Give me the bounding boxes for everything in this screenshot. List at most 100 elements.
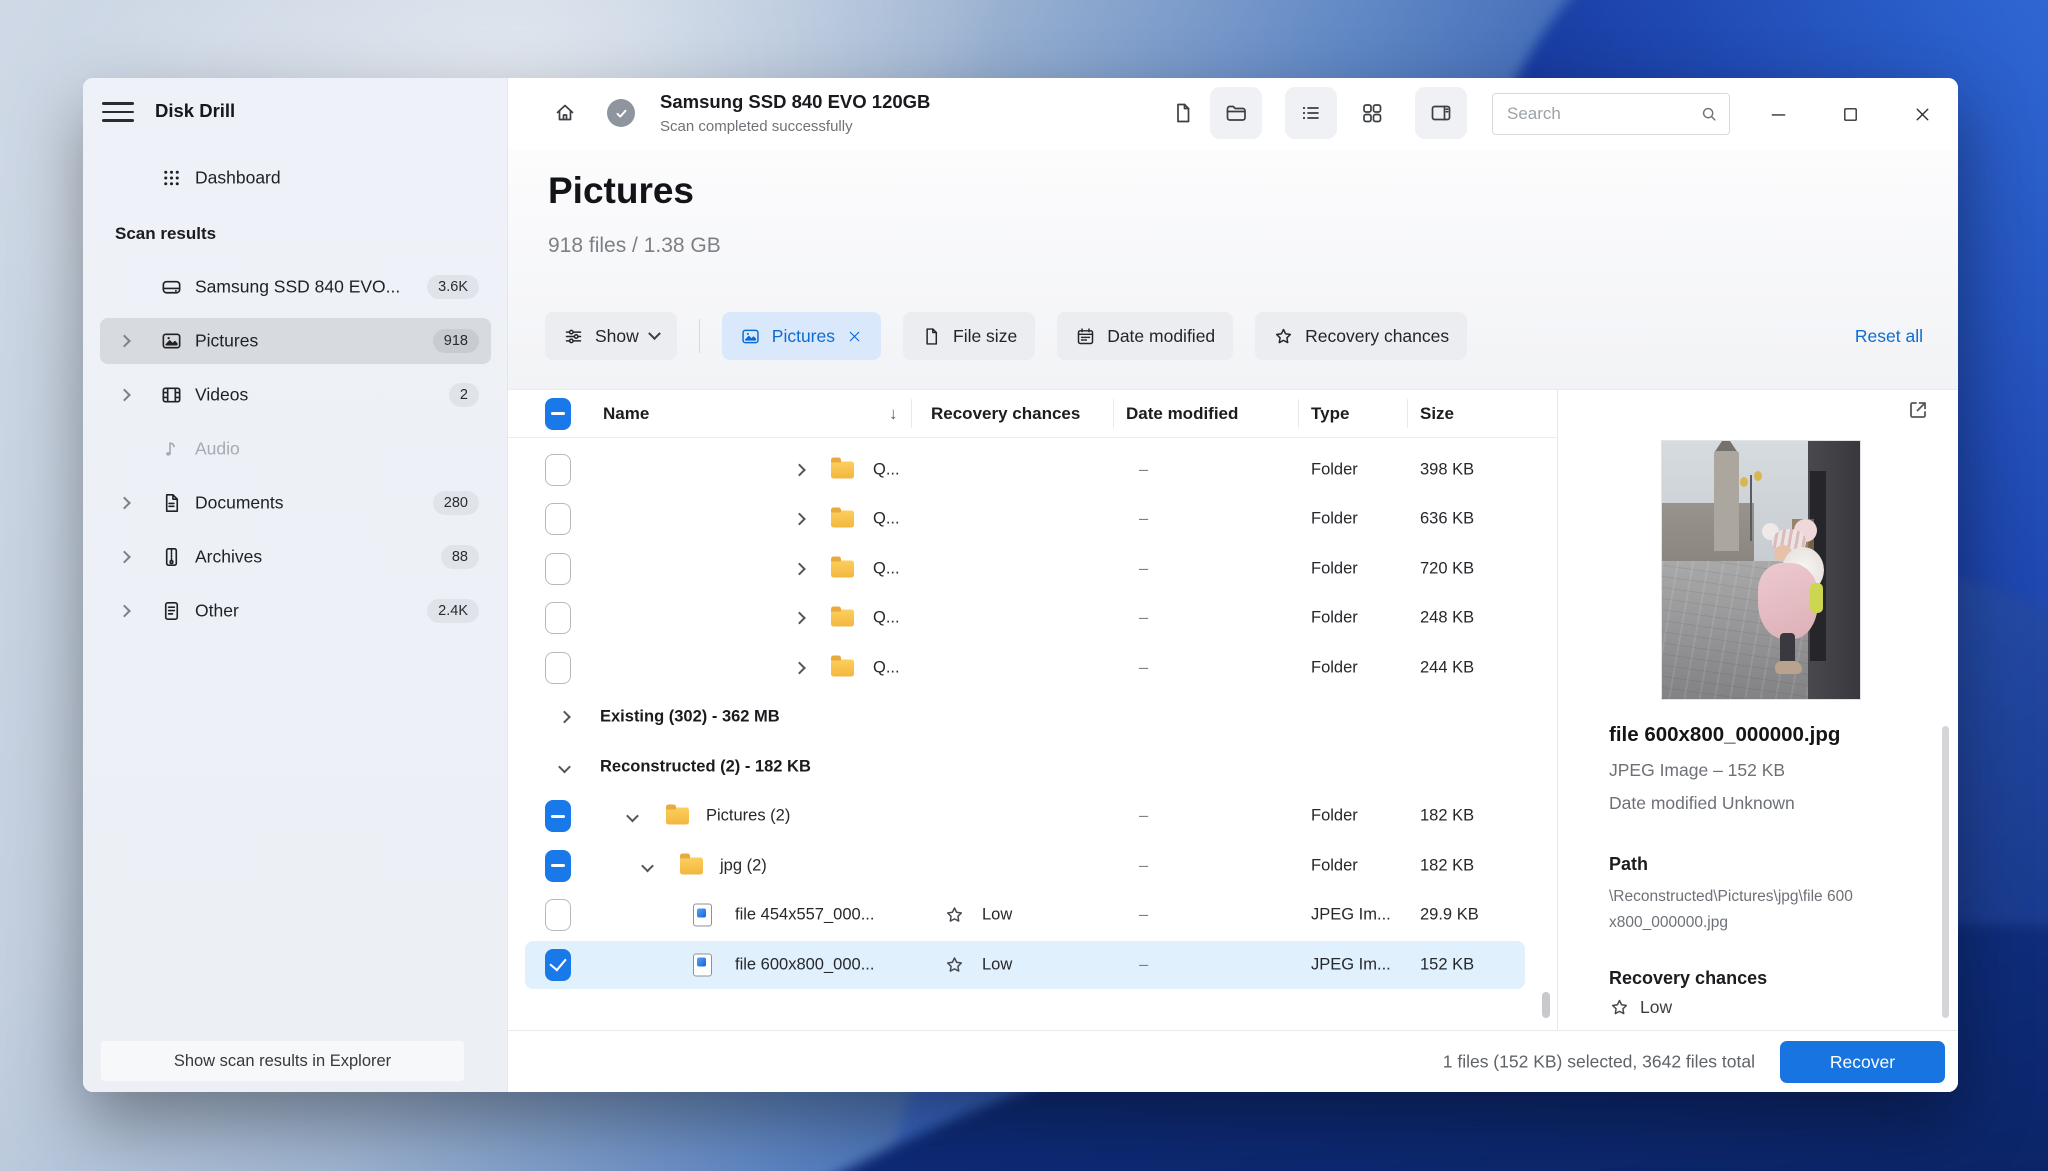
home-icon [553, 101, 577, 125]
sidebar-item-pictures[interactable]: Pictures918 [100, 318, 491, 364]
grid-view-button[interactable] [1346, 87, 1398, 139]
preview-date-modified: Date modified Unknown [1609, 793, 1795, 814]
dashboard-icon [160, 167, 183, 190]
preview-panel-toggle-button[interactable] [1415, 87, 1467, 139]
app-title: Disk Drill [155, 100, 235, 122]
table-row[interactable]: Q...–Folder244 KB [508, 643, 1557, 693]
sidebar-item-samsung-ssd[interactable]: Samsung SSD 840 EVO...3.6K [100, 264, 491, 310]
photo-buildings [1662, 503, 1754, 561]
page-subtitle: 918 files / 1.38 GB [548, 234, 721, 258]
sidebar-item-dashboard[interactable]: Dashboard [100, 155, 491, 201]
row-checkbox[interactable] [545, 652, 571, 684]
search-input[interactable] [1493, 94, 1729, 134]
table-row[interactable]: file 600x800_000...Low–JPEG Im...152 KB [508, 940, 1557, 990]
reset-all-link[interactable]: Reset all [1855, 326, 1923, 347]
file-icon [1171, 101, 1195, 125]
table-row[interactable]: Q...–Folder636 KB [508, 495, 1557, 545]
row-checkbox[interactable] [545, 553, 571, 585]
count-badge: 88 [441, 545, 479, 569]
row-checkbox[interactable] [545, 899, 571, 931]
name-cell: Existing (302) - 362 MB [600, 708, 780, 727]
row-checkbox[interactable] [545, 454, 571, 486]
name-cell: Q... [873, 460, 900, 479]
maximize-button[interactable] [1827, 91, 1873, 137]
row-checkbox[interactable] [545, 503, 571, 535]
sidebar-item-documents[interactable]: Documents280 [100, 480, 491, 526]
table-row[interactable]: file 454x557_000...Low–JPEG Im...29.9 KB [508, 891, 1557, 941]
chevron-right-icon[interactable] [793, 513, 806, 526]
minimize-icon [1768, 104, 1789, 125]
sidebar-item-audio[interactable]: Audio [100, 426, 491, 472]
filter-divider [699, 319, 700, 353]
select-all-checkbox[interactable] [545, 398, 571, 430]
table-row[interactable]: Q...–Folder398 KB [508, 445, 1557, 495]
folder-view-button[interactable] [1210, 87, 1262, 139]
recover-button[interactable]: Recover [1780, 1041, 1945, 1083]
chevron-right-icon[interactable] [793, 562, 806, 575]
panel-scrollbar-thumb[interactable] [1942, 726, 1949, 1018]
close-icon[interactable] [846, 328, 863, 345]
name-cell: Q... [873, 559, 900, 578]
filter-chip-recovery-chances[interactable]: Recovery chances [1255, 312, 1467, 360]
filter-chip-date-modified[interactable]: Date modified [1057, 312, 1233, 360]
chevron-down-icon[interactable] [558, 760, 571, 773]
size-cell: 720 KB [1420, 559, 1474, 578]
home-button[interactable] [539, 87, 591, 139]
table-row[interactable]: jpg (2)–Folder182 KB [508, 841, 1557, 891]
close-button[interactable] [1899, 91, 1945, 137]
preview-image [1661, 440, 1861, 700]
sidebar-item-other[interactable]: Other2.4K [100, 588, 491, 634]
group-row[interactable]: Existing (302) - 362 MB [508, 693, 1557, 743]
filter-chip-pictures[interactable]: Pictures [722, 312, 881, 360]
name-cell: jpg (2) [720, 856, 767, 875]
sidebar-item-label: Pictures [195, 331, 258, 352]
row-checkbox[interactable] [545, 850, 571, 882]
hamburger-menu-icon[interactable] [100, 97, 136, 127]
type-cell: Folder [1311, 807, 1358, 826]
open-in-new-icon[interactable] [1906, 398, 1930, 422]
list-icon [1299, 101, 1323, 125]
image-icon [740, 326, 761, 347]
count-badge: 3.6K [427, 275, 479, 299]
chevron-down-icon[interactable] [641, 859, 654, 872]
table-row[interactable]: Pictures (2)–Folder182 KB [508, 792, 1557, 842]
folder-icon [831, 560, 854, 577]
column-header-name[interactable]: Name [603, 404, 649, 424]
maximize-icon [1840, 104, 1861, 125]
sidebar-item-videos[interactable]: Videos2 [100, 372, 491, 418]
row-checkbox[interactable] [545, 800, 571, 832]
selection-summary: 1 files (152 KB) selected, 3642 files to… [1443, 1051, 1755, 1072]
row-checkbox[interactable] [545, 949, 571, 981]
table-row[interactable]: Q...–Folder720 KB [508, 544, 1557, 594]
size-cell: 182 KB [1420, 807, 1474, 826]
size-cell: 29.9 KB [1420, 906, 1479, 925]
show-filter-button[interactable]: Show [545, 312, 677, 360]
column-header-recovery[interactable]: Recovery chances [931, 404, 1080, 424]
check-icon [614, 106, 629, 121]
chip-label: Pictures [772, 326, 835, 347]
group-row[interactable]: Reconstructed (2) - 182 KB [508, 742, 1557, 792]
table-row[interactable]: Q...–Folder248 KB [508, 594, 1557, 644]
column-header-size[interactable]: Size [1420, 404, 1454, 424]
name-cell: file 454x557_000... [735, 906, 874, 925]
chevron-right-icon[interactable] [558, 711, 571, 724]
chevron-right-icon[interactable] [793, 612, 806, 625]
filter-chips: Pictures File size Date modified Recovery c… [722, 312, 1467, 360]
chevron-right-icon[interactable] [793, 463, 806, 476]
list-scrollbar-thumb[interactable] [1542, 992, 1550, 1018]
sidebar-item-archives[interactable]: Archives88 [100, 534, 491, 580]
star-icon [1609, 997, 1630, 1018]
show-in-explorer-button[interactable]: Show scan results in Explorer [100, 1040, 465, 1082]
file-view-button[interactable] [1157, 87, 1209, 139]
row-checkbox[interactable] [545, 602, 571, 634]
preview-meta: JPEG Image – 152 KB [1609, 760, 1785, 781]
filter-chip-file-size[interactable]: File size [903, 312, 1035, 360]
chevron-right-icon[interactable] [793, 661, 806, 674]
minimize-button[interactable] [1755, 91, 1801, 137]
chip-label: File size [953, 326, 1017, 347]
column-header-type[interactable]: Type [1311, 404, 1349, 424]
column-header-date[interactable]: Date modified [1126, 404, 1238, 424]
recovery-chances-heading: Recovery chances [1609, 968, 1767, 989]
list-view-button[interactable] [1285, 87, 1337, 139]
chevron-down-icon[interactable] [626, 810, 639, 823]
